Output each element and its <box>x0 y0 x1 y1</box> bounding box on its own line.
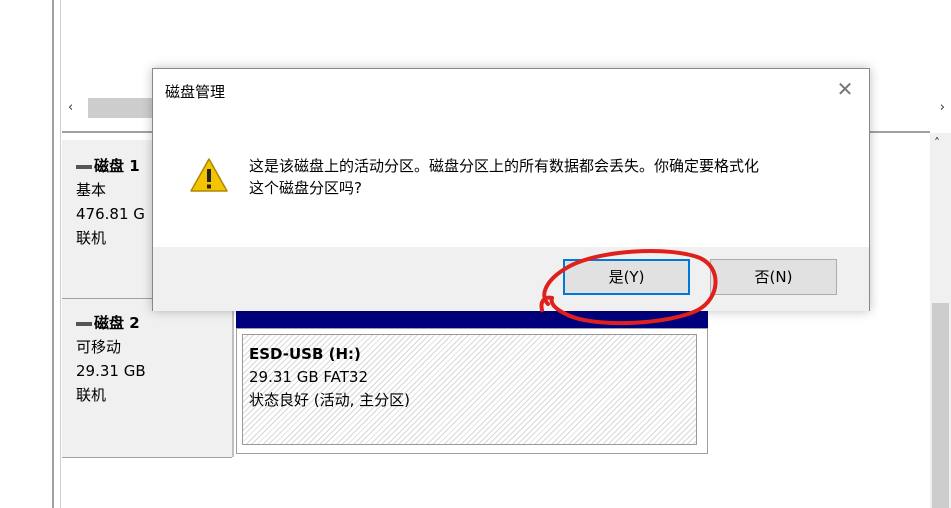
row-separator-bottom <box>62 457 232 458</box>
partition-name: ESD-USB (H:) <box>249 345 361 363</box>
dialog-message-line-1: 这是该磁盘上的活动分区。磁盘分区上的所有数据都会丢失。你确定要格式化 <box>249 157 760 175</box>
warning-icon <box>190 158 228 192</box>
yes-button[interactable]: 是(Y) <box>563 259 690 295</box>
window-inner-border <box>60 0 61 508</box>
partition-block[interactable]: ESD-USB (H:) 29.31 GB FAT32 状态良好 (活动, 主分… <box>236 328 708 454</box>
no-button[interactable]: 否(N) <box>710 259 837 295</box>
dialog-footer: 是(Y) 否(N) <box>153 247 869 311</box>
dialog-message-line-2: 这个磁盘分区吗? <box>249 179 362 197</box>
scroll-right-icon[interactable]: › <box>940 100 945 115</box>
partition-info: ESD-USB (H:) 29.31 GB FAT32 状态良好 (活动, 主分… <box>249 343 410 412</box>
disk-icon <box>76 321 92 326</box>
disk-2-status: 联机 <box>76 386 107 404</box>
close-icon[interactable]: ✕ <box>835 79 855 99</box>
disk-icon <box>76 164 92 169</box>
scrollbar-thumb[interactable] <box>88 98 158 118</box>
dialog-title: 磁盘管理 <box>165 83 226 101</box>
partition-hatch: ESD-USB (H:) 29.31 GB FAT32 状态良好 (活动, 主分… <box>242 334 697 445</box>
partition-size: 29.31 GB FAT32 <box>249 368 368 386</box>
disk-2-label[interactable]: 磁盘 2 可移动 29.31 GB 联机 <box>62 299 234 457</box>
window-left-border <box>52 0 54 508</box>
vertical-scrollbar-thumb[interactable] <box>932 303 949 508</box>
partition-status: 状态良好 (活动, 主分区) <box>249 391 411 409</box>
scroll-left-icon[interactable]: ‹ <box>68 100 73 115</box>
format-confirm-dialog: 磁盘管理 ✕ 这是该磁盘上的活动分区。磁盘分区上的所有数据都会丢失。你确定要格式… <box>152 68 870 311</box>
disk-2-size: 29.31 GB <box>76 362 146 380</box>
vertical-scrollbar[interactable]: ˄ <box>930 133 951 508</box>
scroll-up-icon[interactable]: ˄ <box>934 136 940 150</box>
dialog-message: 这是该磁盘上的活动分区。磁盘分区上的所有数据都会丢失。你确定要格式化 这个磁盘分… <box>249 155 839 199</box>
disk-2-type: 可移动 <box>76 338 122 356</box>
